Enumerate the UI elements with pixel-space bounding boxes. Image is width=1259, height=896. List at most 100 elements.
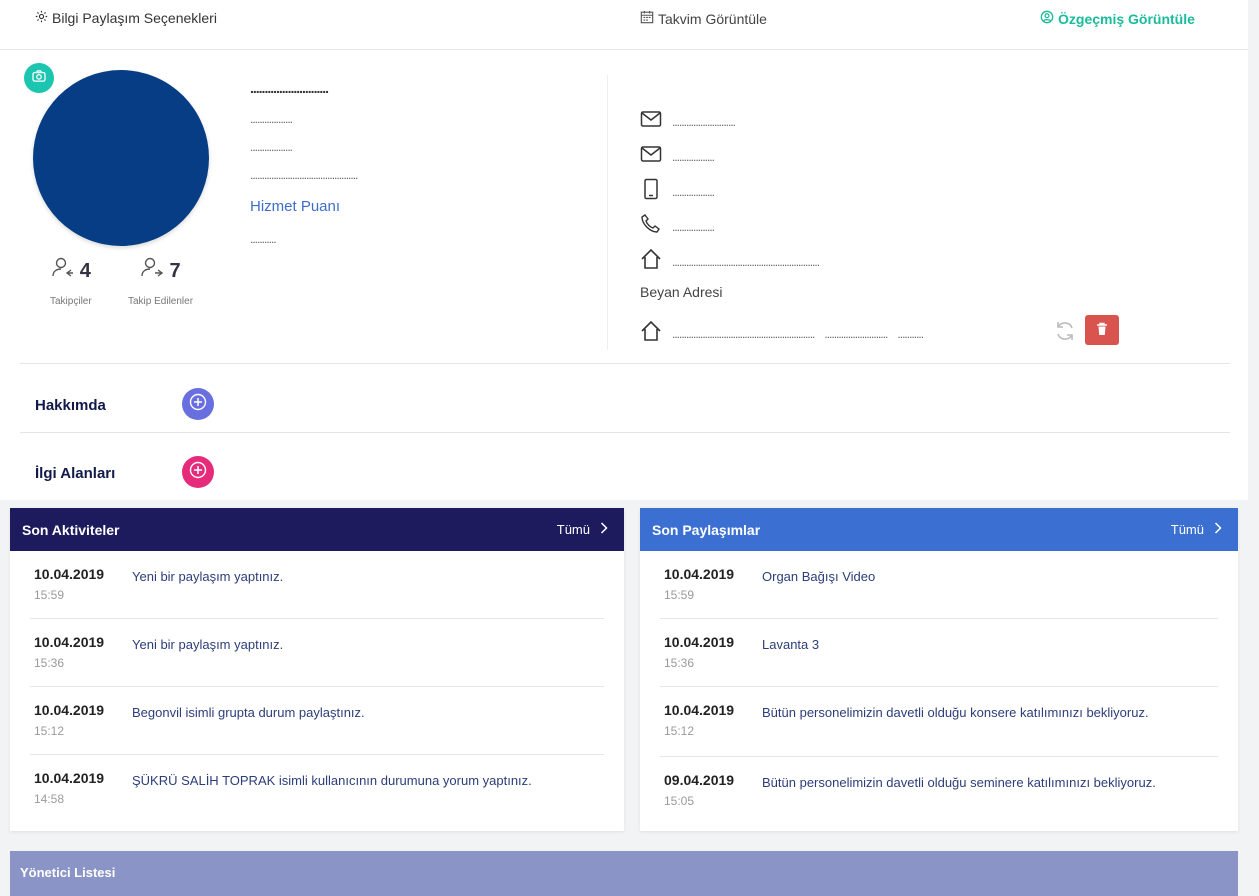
share-date: 10.04.2019 <box>664 566 735 582</box>
activity-time: 15:12 <box>34 724 65 738</box>
profile-card: Bilgi Paylaşım Seçenekleri Takvim Görünt… <box>0 0 1248 500</box>
address-row: ........................................… <box>640 248 820 275</box>
share-row[interactable]: 09.04.2019 15:05 Bütün personelimizin da… <box>660 757 1218 827</box>
add-interests-button[interactable] <box>182 456 214 488</box>
declared-address-part-3: ........... <box>897 326 924 341</box>
followers-icon <box>51 256 75 286</box>
delete-address-button[interactable] <box>1085 315 1119 345</box>
activity-row[interactable]: 10.04.2019 14:58 ŞÜKRÜ SALİH TOPRAK isim… <box>30 755 604 823</box>
phone-row: .................. <box>640 213 715 240</box>
home-icon <box>640 248 662 275</box>
email-value-1: ........................... <box>672 114 736 129</box>
plus-circle-icon <box>189 461 207 484</box>
share-time: 15:05 <box>664 794 695 808</box>
activity-text[interactable]: Yeni bir paylaşım yaptınız. <box>132 634 283 656</box>
mobile-phone-icon <box>640 178 662 205</box>
separator <box>20 432 1230 433</box>
share-time: 15:12 <box>664 724 695 738</box>
chevron-right-icon <box>600 522 608 537</box>
email-row-1: ........................... <box>640 110 736 133</box>
shares-view-all-link[interactable]: Tümü <box>1171 522 1222 537</box>
share-time: 15:59 <box>664 588 695 602</box>
phone-icon <box>640 213 662 240</box>
share-text[interactable]: Bütün personelimizin davetli olduğu semi… <box>762 772 1182 794</box>
following-stat[interactable]: 7 Takip Edilenler <box>128 256 193 307</box>
separator <box>20 363 1230 364</box>
view-all-label: Tümü <box>1170 522 1204 537</box>
cv-link[interactable]: Özgeçmiş Görüntüle <box>1040 10 1195 27</box>
activity-time: 15:59 <box>34 588 65 602</box>
phone-value: .................. <box>672 219 715 234</box>
mobile-row: .................. <box>640 178 715 205</box>
activity-text[interactable]: ŞÜKRÜ SALİH TOPRAK isimli kullanıcının d… <box>132 770 532 792</box>
followers-stat[interactable]: 4 Takipçiler <box>50 256 92 307</box>
email-row-2: .................. <box>640 145 715 168</box>
change-photo-button[interactable] <box>24 63 54 93</box>
address-value: ........................................… <box>672 254 820 269</box>
chevron-right-icon <box>1214 522 1222 537</box>
service-points-label: Hizmet Puanı <box>250 198 341 215</box>
recent-shares-panel: Son Paylaşımlar Tümü 10.04.2019 15:59 Or… <box>640 508 1238 831</box>
share-text[interactable]: Organ Bağışı Video <box>762 566 1182 588</box>
activity-row[interactable]: 10.04.2019 15:12 Begonvil isimli grupta … <box>30 687 604 755</box>
share-text[interactable]: Lavanta 3 <box>762 634 1182 656</box>
followers-label: Takipçiler <box>50 296 92 307</box>
share-row[interactable]: 10.04.2019 15:59 Organ Bağışı Video <box>660 551 1218 619</box>
activity-date: 10.04.2019 <box>34 634 105 650</box>
share-options-label: Bilgi Paylaşım Seçenekleri <box>52 10 217 26</box>
user-name: ........................... <box>250 80 329 96</box>
profile-line-3: .................. <box>250 140 293 154</box>
email-value-2: .................. <box>672 149 715 164</box>
recent-activities-title: Son Aktiviteler <box>22 521 120 538</box>
trash-icon <box>1096 322 1108 339</box>
envelope-icon <box>640 110 662 133</box>
share-text[interactable]: Bütün personelimizin davetli olduğu kons… <box>762 702 1182 724</box>
activity-row[interactable]: 10.04.2019 15:36 Yeni bir paylaşım yaptı… <box>30 619 604 687</box>
share-row[interactable]: 10.04.2019 15:36 Lavanta 3 <box>660 619 1218 687</box>
share-row[interactable]: 10.04.2019 15:12 Bütün personelimizin da… <box>660 687 1218 757</box>
cv-label: Özgeçmiş Görüntüle <box>1058 10 1195 27</box>
recent-activities-panel: Son Aktiviteler Tümü 10.04.2019 15:59 Ye… <box>10 508 624 831</box>
declared-address-label: Beyan Adresi <box>640 284 723 300</box>
activity-row[interactable]: 10.04.2019 15:59 Yeni bir paylaşım yaptı… <box>30 551 604 619</box>
declared-address-part-2: ........................... <box>824 326 888 341</box>
profile-line-2: .................. <box>250 112 293 126</box>
activity-date: 10.04.2019 <box>34 770 105 786</box>
activity-text[interactable]: Yeni bir paylaşım yaptınız. <box>132 566 283 588</box>
user-circle-icon <box>1040 10 1054 27</box>
home-icon <box>640 320 662 347</box>
recent-shares-header: Son Paylaşımlar Tümü <box>640 508 1238 551</box>
refresh-icon[interactable] <box>1054 320 1076 347</box>
profile-topbar: Bilgi Paylaşım Seçenekleri Takvim Görünt… <box>0 0 1248 50</box>
share-options-link[interactable]: Bilgi Paylaşım Seçenekleri <box>35 10 217 26</box>
activity-time: 15:36 <box>34 656 65 670</box>
view-all-label: Tümü <box>556 522 590 537</box>
manager-list-header[interactable]: Yönetici Listesi <box>10 851 1238 896</box>
camera-icon <box>32 69 46 87</box>
following-count: 7 <box>169 259 181 282</box>
following-label: Takip Edilenler <box>128 296 194 307</box>
activity-text[interactable]: Begonvil isimli grupta durum paylaştınız… <box>132 702 365 724</box>
share-date: 10.04.2019 <box>664 702 735 718</box>
envelope-icon <box>640 145 662 168</box>
recent-shares-title: Son Paylaşımlar <box>652 521 761 538</box>
calendar-label: Takvim Görüntüle <box>658 10 767 27</box>
declared-address-part-1: ........................................… <box>672 326 815 341</box>
divider <box>607 75 608 350</box>
service-points-value: ........... <box>250 232 277 246</box>
recent-activities-header: Son Aktiviteler Tümü <box>10 508 624 551</box>
share-time: 15:36 <box>664 656 695 670</box>
interests-title: İlgi Alanları <box>35 465 116 482</box>
following-icon <box>140 256 164 286</box>
followers-count: 4 <box>79 259 91 282</box>
about-title: Hakkımda <box>35 397 106 414</box>
activities-view-all-link[interactable]: Tümü <box>557 522 608 537</box>
add-about-button[interactable] <box>182 388 214 420</box>
calendar-icon <box>640 10 654 27</box>
avatar[interactable] <box>33 70 209 246</box>
activity-date: 10.04.2019 <box>34 566 105 582</box>
calendar-link[interactable]: Takvim Görüntüle <box>640 10 767 27</box>
share-date: 10.04.2019 <box>664 634 735 650</box>
declared-address-row: ........................................… <box>640 320 924 347</box>
mobile-value: .................. <box>672 184 715 199</box>
